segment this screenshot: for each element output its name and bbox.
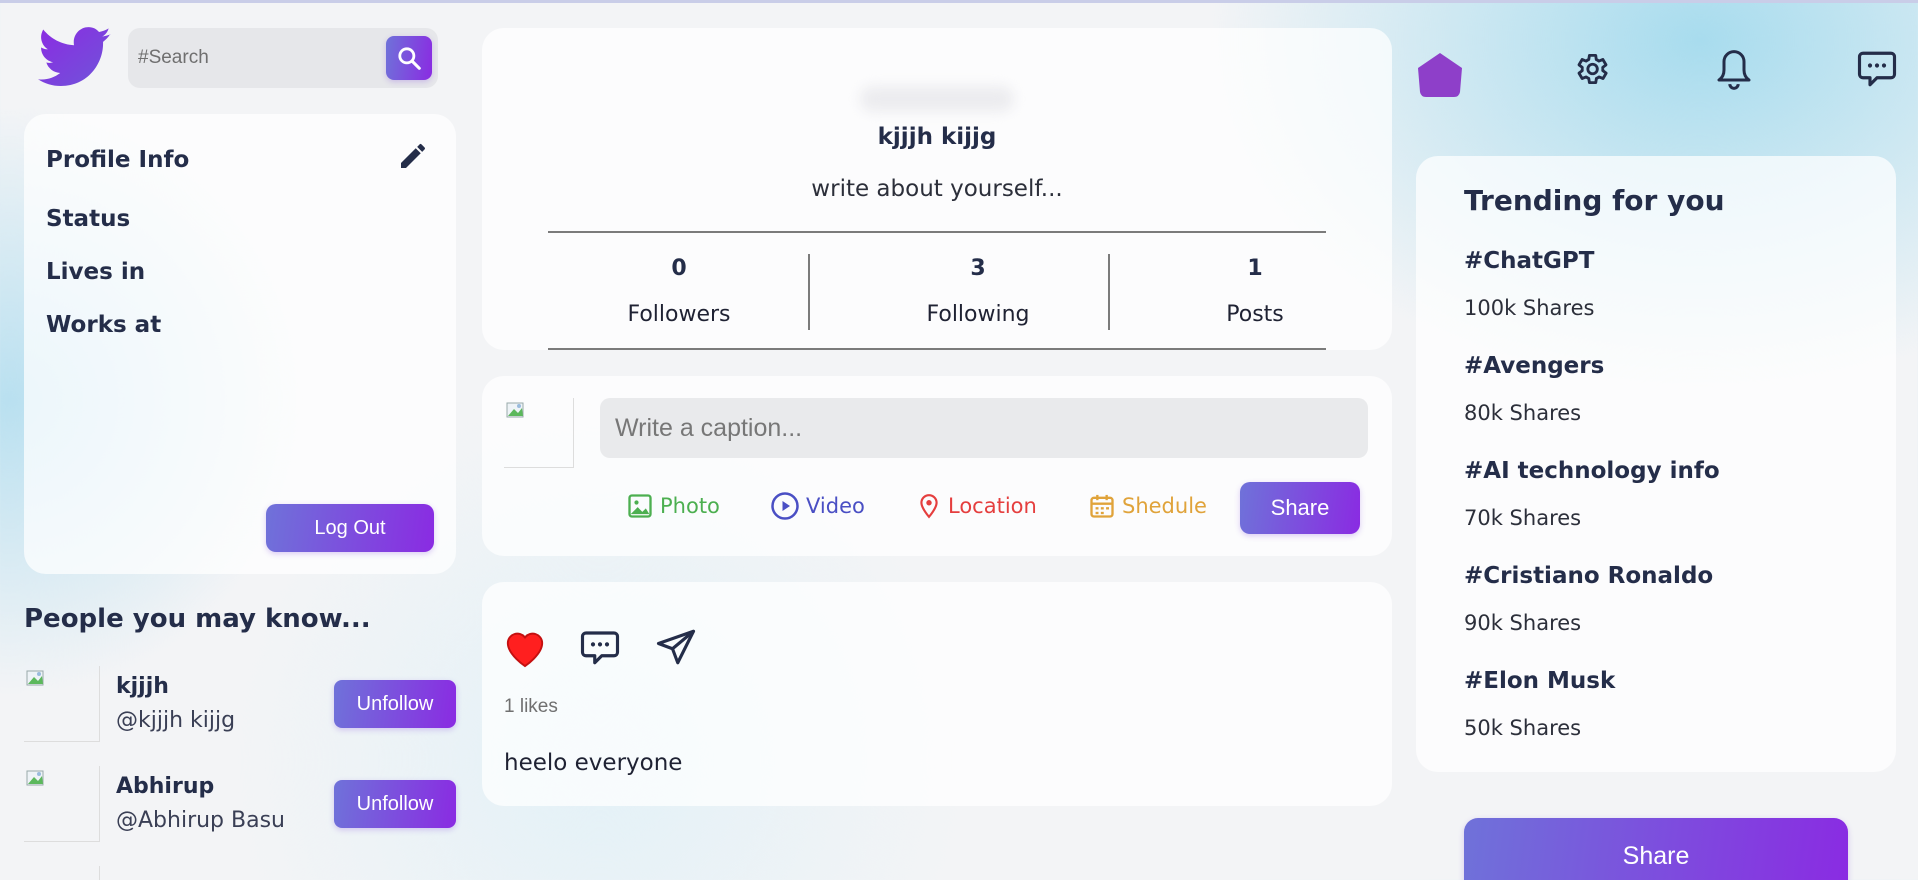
trending-shares: 100k Shares [1464, 296, 1595, 320]
comment-icon[interactable] [578, 626, 622, 672]
trending-shares: 70k Shares [1464, 506, 1582, 530]
search-button[interactable] [386, 36, 432, 80]
profile-info-card: Profile Info Status Lives in Works at Lo… [24, 114, 456, 574]
video-label: Video [806, 494, 865, 518]
avatar [24, 866, 100, 880]
trending-title: Trending for you [1464, 184, 1725, 217]
trending-shares: 50k Shares [1464, 716, 1582, 740]
map-pin-icon [920, 494, 938, 519]
share-button[interactable]: Share [1464, 818, 1848, 880]
divider [1108, 254, 1110, 330]
cover-placeholder [860, 86, 1014, 112]
play-circle-icon [771, 492, 799, 520]
trending-tag[interactable]: #Cristiano Ronaldo [1464, 563, 1713, 589]
avatar [24, 766, 100, 842]
logout-button[interactable]: Log Out [266, 504, 434, 552]
list-item: Abhirup @Abhirup Basu Unfollow [24, 766, 456, 848]
followers-count: 0 [671, 256, 687, 281]
person-name: kjjjh [116, 674, 169, 699]
list-item: kjjjh @kjjjh kijjg Unfollow [24, 666, 456, 748]
share-send-icon[interactable] [654, 626, 698, 672]
post-composer-card: Photo Video Location Shedule Share [482, 376, 1392, 556]
schedule-label: Shedule [1122, 494, 1207, 518]
profile-info-title: Profile Info [46, 147, 190, 173]
profile-status-label: Status [46, 206, 131, 232]
person-handle: @kjjjh kijjg [116, 708, 236, 733]
unfollow-button[interactable]: Unfollow [334, 780, 456, 828]
photo-icon [628, 494, 652, 518]
likes-count: 1 likes [504, 696, 558, 717]
search-input[interactable] [138, 42, 378, 74]
people-you-may-know-title: People you may know... [24, 604, 371, 634]
photo-label: Photo [660, 494, 720, 518]
profile-name: kjjjh kijjg [877, 124, 997, 150]
posts-label: Posts [1226, 302, 1284, 327]
avatar [504, 398, 574, 468]
notification-bell-icon[interactable] [1714, 48, 1754, 92]
share-post-button[interactable]: Share [1240, 482, 1360, 534]
like-heart-icon[interactable] [502, 626, 548, 672]
settings-gear-icon[interactable] [1572, 50, 1612, 94]
video-option[interactable]: Video [770, 488, 865, 524]
person-handle: @Abhirup Basu [116, 808, 285, 833]
caption-input[interactable] [600, 398, 1368, 458]
trending-shares: 80k Shares [1464, 401, 1582, 425]
edit-pencil-icon[interactable] [397, 140, 429, 172]
avatar [24, 666, 100, 742]
search-bar [128, 28, 438, 88]
followers-label: Followers [627, 302, 731, 327]
home-icon[interactable] [1416, 50, 1464, 98]
profile-lives-in-label: Lives in [46, 259, 146, 285]
following-count: 3 [970, 256, 986, 281]
divider [548, 348, 1326, 350]
divider [548, 231, 1326, 233]
schedule-option[interactable]: Shedule [1088, 488, 1207, 524]
twitter-logo-icon[interactable] [38, 24, 112, 90]
trending-tag[interactable]: #AI technology info [1464, 458, 1720, 484]
profile-header-card: kjjjh kijjg write about yourself... 0 Fo… [482, 28, 1392, 350]
trending-tag[interactable]: #Avengers [1464, 353, 1604, 379]
calendar-icon [1090, 494, 1114, 518]
trending-tag[interactable]: #Elon Musk [1464, 668, 1615, 694]
profile-works-at-label: Works at [46, 312, 162, 338]
photo-option[interactable]: Photo [626, 488, 720, 524]
top-border [0, 0, 1918, 3]
trending-card: Trending for you #ChatGPT 100k Shares #A… [1416, 156, 1896, 772]
posts-count: 1 [1247, 256, 1263, 281]
divider [808, 254, 810, 330]
profile-bio: write about yourself... [811, 176, 1063, 202]
unfollow-button[interactable]: Unfollow [334, 680, 456, 728]
location-label: Location [948, 494, 1037, 518]
person-name: Abhirup [116, 774, 215, 799]
trending-shares: 90k Shares [1464, 611, 1582, 635]
messages-icon[interactable] [1856, 48, 1897, 92]
location-option[interactable]: Location [916, 488, 1037, 524]
post-card: 1 likes heelo everyone [482, 582, 1392, 806]
trending-tag[interactable]: #ChatGPT [1464, 248, 1594, 274]
following-label: Following [926, 302, 1030, 327]
post-description: heelo everyone [504, 750, 683, 776]
search-icon [398, 47, 421, 70]
